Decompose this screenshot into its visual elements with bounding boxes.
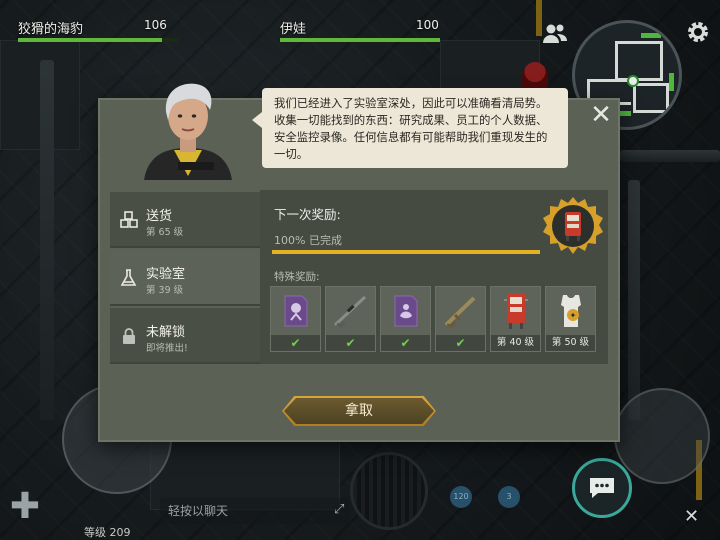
tab-title: 未解锁 bbox=[146, 325, 186, 340]
minimap-door bbox=[669, 73, 674, 91]
reward-item[interactable]: ✔ bbox=[325, 286, 376, 352]
action-joystick[interactable] bbox=[614, 388, 710, 484]
chat-input[interactable]: 轻按以聊天 bbox=[160, 498, 350, 524]
attack-icon[interactable]: ✕ bbox=[684, 506, 708, 530]
reward-status: ✔ bbox=[381, 335, 430, 351]
special-rewards-list: ✔ ✔ ✔ ✔ 第 40 级 ✦ 第 50 级 bbox=[270, 286, 604, 354]
red-cabinet-icon bbox=[491, 287, 540, 335]
lock-icon bbox=[120, 327, 138, 345]
player1-health-fill bbox=[18, 38, 162, 42]
next-reward-badge[interactable] bbox=[542, 196, 604, 258]
reward-level: 第 40 级 bbox=[491, 335, 540, 351]
claim-button[interactable]: 拿取 bbox=[284, 398, 434, 424]
checkmark-icon: ✔ bbox=[345, 336, 356, 350]
player1-health-bar bbox=[18, 38, 178, 42]
tank-top-icon: ✦ bbox=[546, 287, 595, 335]
reward-item[interactable]: ✦ 第 50 级 bbox=[545, 286, 596, 352]
friends-icon[interactable] bbox=[542, 22, 568, 46]
player2-health-value: 100 bbox=[416, 18, 439, 32]
player1-name: 狡猾的海豹 bbox=[18, 22, 84, 37]
player2-name: 伊娃 bbox=[280, 22, 307, 37]
reward-item[interactable]: 第 40 级 bbox=[490, 286, 541, 352]
tab-title: 实验室 bbox=[146, 267, 186, 282]
reward-item[interactable]: ✔ bbox=[435, 286, 486, 352]
tab-laboratory[interactable]: 实验室 第 39 级 bbox=[110, 250, 260, 306]
minimap-door bbox=[641, 33, 661, 38]
player1-health-value: 106 bbox=[144, 18, 167, 32]
tab-delivery[interactable]: 送货 第 65 级 bbox=[110, 192, 260, 248]
tab-locked[interactable]: 未解锁 即将推出! bbox=[110, 308, 260, 364]
rifle-icon bbox=[436, 287, 485, 335]
reward-status: ✔ bbox=[326, 335, 375, 351]
minimap-player-marker bbox=[627, 75, 639, 87]
player2-health-bar bbox=[280, 38, 440, 42]
tab-level: 第 65 级 bbox=[146, 227, 184, 238]
minimap-room bbox=[615, 41, 663, 81]
close-icon[interactable]: ✕ bbox=[588, 102, 614, 129]
category-tabs: 送货 第 65 级 实验室 第 39 级 未解锁 即将推出! bbox=[110, 190, 260, 364]
npc-avatar bbox=[134, 76, 242, 180]
chat-bubble-icon bbox=[590, 478, 614, 498]
checkmark-icon: ✔ bbox=[455, 336, 466, 350]
reward-item[interactable]: ✔ bbox=[270, 286, 321, 352]
quickslot-count[interactable]: 120 bbox=[450, 486, 472, 508]
tab-level: 第 39 级 bbox=[146, 285, 184, 296]
progress-bar bbox=[272, 250, 540, 254]
tab-title: 送货 bbox=[146, 209, 173, 224]
player2-status: 伊娃 100 bbox=[280, 18, 440, 48]
progress-text: 100% 已完成 bbox=[274, 234, 342, 247]
next-reward-label: 下一次奖励: bbox=[274, 207, 341, 222]
boxes-icon bbox=[120, 211, 138, 229]
player2-health-fill bbox=[280, 38, 440, 42]
sniper-rifle-icon bbox=[326, 287, 375, 335]
reward-status: ✔ bbox=[436, 335, 485, 351]
purple-card-icon bbox=[271, 287, 320, 335]
reward-status: ✔ bbox=[271, 335, 320, 351]
quickslot-count[interactable]: 3 bbox=[498, 486, 520, 508]
dialog-body: 送货 第 65 级 实验室 第 39 级 未解锁 即将推出! 下一次奖励: 10… bbox=[110, 190, 608, 364]
player-level: 等级 209 bbox=[84, 526, 131, 539]
plus-icon[interactable]: ✚ bbox=[4, 486, 46, 528]
gear-icon[interactable] bbox=[684, 18, 712, 46]
minimap-room bbox=[633, 83, 669, 113]
svg-text:✦: ✦ bbox=[569, 311, 576, 320]
chat-button[interactable] bbox=[572, 458, 632, 518]
progress-fill bbox=[272, 250, 540, 254]
flask-icon bbox=[120, 269, 138, 287]
special-rewards-label: 特殊奖励: bbox=[274, 271, 320, 283]
reward-level: 第 50 级 bbox=[546, 335, 595, 351]
reward-panel: 下一次奖励: 100% 已完成 特殊奖励: ✔ ✔ ✔ ✔ 第 40 级 ✦ 第… bbox=[260, 190, 608, 364]
player1-status: 狡猾的海豹 106 bbox=[18, 18, 178, 48]
tab-status: 即将推出! bbox=[146, 343, 188, 354]
npc-speech-bubble: 我们已经进入了实验室深处，因此可以准确看清局势。收集一切能找到的东西：研究成果、… bbox=[252, 88, 568, 168]
purple-card-icon bbox=[381, 287, 430, 335]
checkmark-icon: ✔ bbox=[400, 336, 411, 350]
expand-icon[interactable]: ⤢ bbox=[334, 502, 350, 518]
reward-item[interactable]: ✔ bbox=[380, 286, 431, 352]
checkmark-icon: ✔ bbox=[290, 336, 301, 350]
